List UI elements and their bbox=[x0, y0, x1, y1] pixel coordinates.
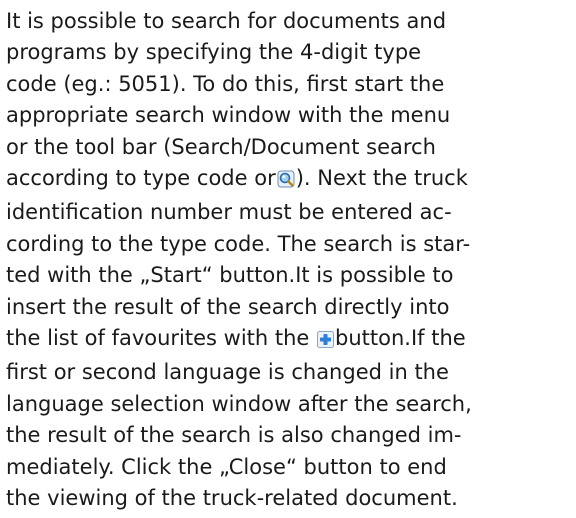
help-line: identification number must be entered ac… bbox=[6, 200, 452, 225]
help-line: It is possible to search for documents a… bbox=[6, 9, 447, 33]
help-text: It is possible to search for documents a… bbox=[6, 6, 570, 515]
help-line: first or second language is changed in t… bbox=[6, 360, 449, 385]
help-line: or the tool bar (Search/Document search bbox=[6, 134, 436, 159]
help-line: the viewing of the truck-related documen… bbox=[6, 486, 458, 511]
help-line: language selection window after the sear… bbox=[6, 391, 472, 416]
help-line: cording to the type code. The search is … bbox=[6, 231, 471, 256]
help-line: the list of favourites with the button.I… bbox=[6, 323, 570, 357]
help-line: appropriate search window with the menu bbox=[6, 103, 451, 128]
document-search-icon bbox=[277, 166, 295, 197]
help-line: code (eg.: 5051). To do this, first star… bbox=[6, 71, 445, 96]
help-line-segment: according to type code or bbox=[6, 166, 276, 191]
help-line: insert the result of the search directly… bbox=[6, 294, 450, 319]
help-line-segment: ). Next the truck bbox=[295, 166, 468, 191]
help-line: according to type code or ). Next the tr… bbox=[6, 163, 570, 197]
help-line: the result of the search is also changed… bbox=[6, 423, 462, 448]
help-line-segment: button.If the bbox=[335, 326, 466, 351]
add-to-favourites-icon bbox=[317, 326, 335, 357]
help-line: ted with the „Start“ button.It is possib… bbox=[6, 263, 454, 288]
help-line: programs by specifying the 4-digit type bbox=[6, 40, 422, 65]
help-line: mediately. Click the „Close“ button to e… bbox=[6, 454, 447, 479]
help-line-segment: the list of favourites with the bbox=[6, 326, 310, 351]
